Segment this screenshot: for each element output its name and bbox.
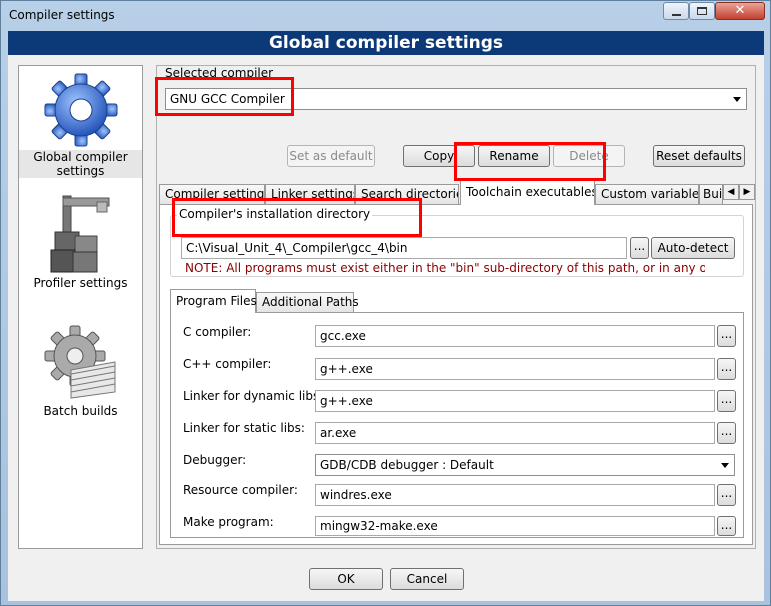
- nav-label-batch: Batch builds: [43, 404, 118, 418]
- ok-button[interactable]: OK: [309, 568, 383, 590]
- minimize-icon: [671, 13, 681, 16]
- tab-linker-settings[interactable]: Linker settings: [265, 184, 355, 204]
- tab-toolchain-executables[interactable]: Toolchain executables: [460, 180, 595, 205]
- install-dir-note: NOTE: All programs must exist either in …: [185, 261, 705, 275]
- title-bar[interactable]: Compiler settings ✕: [1, 1, 770, 31]
- subtab-additional-paths[interactable]: Additional Paths: [256, 292, 359, 312]
- minimize-button[interactable]: [663, 2, 689, 20]
- tab-build-options[interactable]: Build options: [699, 184, 723, 204]
- nav-label-global-line2: settings: [19, 164, 142, 178]
- settings-category-list: Global compiler settings Profiler settin…: [18, 65, 143, 549]
- maximize-icon: [697, 7, 707, 15]
- install-dir-legend: Compiler's installation directory: [177, 207, 373, 221]
- batch-gear-icon: [44, 325, 115, 399]
- debugger-select[interactable]: GDB/CDB debugger : Default: [315, 454, 735, 476]
- c-compiler-input[interactable]: gcc.exe: [315, 325, 715, 347]
- compiler-select-value: GNU GCC Compiler: [170, 92, 285, 106]
- rename-button[interactable]: Rename: [478, 145, 550, 167]
- set-as-default-button[interactable]: Set as default: [287, 145, 375, 167]
- nav-item-batch-builds[interactable]: Batch builds: [19, 322, 142, 422]
- delete-button[interactable]: Delete: [553, 145, 625, 167]
- compiler-select[interactable]: GNU GCC Compiler: [165, 88, 747, 110]
- close-button[interactable]: ✕: [715, 2, 765, 20]
- auto-detect-button[interactable]: Auto-detect: [651, 237, 735, 259]
- window-frame: Compiler settings ✕ Global compiler sett…: [0, 0, 771, 606]
- cpp-compiler-label: C++ compiler:: [183, 357, 272, 371]
- linker-static-browse-button[interactable]: ...: [717, 422, 736, 444]
- close-icon: ✕: [734, 3, 746, 18]
- nav-label-global-line1: Global compiler: [19, 150, 142, 164]
- resource-compiler-browse-button[interactable]: ...: [717, 484, 736, 506]
- c-compiler-label: C compiler:: [183, 325, 252, 339]
- tab-compiler-settings[interactable]: Compiler settings: [159, 184, 265, 204]
- linker-static-input[interactable]: ar.exe: [315, 422, 715, 444]
- toolchain-tab-panel: Compiler's installation directory C:\Vis…: [159, 204, 753, 545]
- nav-item-global-compiler[interactable]: Global compiler settings: [19, 68, 142, 184]
- tab-custom-variables[interactable]: Custom variables: [595, 184, 699, 204]
- resource-compiler-label: Resource compiler:: [183, 483, 298, 497]
- cpp-compiler-input[interactable]: g++.exe: [315, 358, 715, 380]
- selected-compiler-label: Selected compiler: [165, 66, 274, 80]
- dialog-client: Global compiler settings Global compiler…: [8, 31, 764, 601]
- chevron-down-icon: [733, 97, 741, 102]
- debugger-select-value: GDB/CDB debugger : Default: [320, 458, 494, 472]
- tab-scroll-right-button[interactable]: ▶: [739, 184, 755, 200]
- make-program-input[interactable]: mingw32-make.exe: [315, 516, 715, 536]
- debugger-label: Debugger:: [183, 453, 247, 467]
- settings-pane: Selected compiler GNU GCC Compiler Set a…: [156, 65, 756, 549]
- copy-button[interactable]: Copy: [403, 145, 475, 167]
- chevron-right-icon: ▶: [743, 187, 751, 197]
- gear-icon: [44, 73, 117, 147]
- banner-title: Global compiler settings: [8, 31, 764, 55]
- cancel-button[interactable]: Cancel: [390, 568, 464, 590]
- install-dir-group: Compiler's installation directory C:\Vis…: [170, 207, 744, 277]
- linker-dynamic-browse-button[interactable]: ...: [717, 390, 736, 412]
- linker-static-label: Linker for static libs:: [183, 421, 305, 435]
- subtab-program-files[interactable]: Program Files: [170, 289, 257, 313]
- profiler-icon: [50, 195, 109, 273]
- browse-dir-button[interactable]: ...: [630, 237, 649, 259]
- tab-search-directories[interactable]: Search directories: [355, 184, 459, 204]
- tab-scroll-left-button[interactable]: ◀: [723, 184, 739, 200]
- make-program-label: Make program:: [183, 515, 274, 529]
- install-dir-input[interactable]: C:\Visual_Unit_4\_Compiler\gcc_4\bin: [181, 237, 627, 259]
- nav-item-profiler[interactable]: Profiler settings: [19, 192, 142, 292]
- maximize-button[interactable]: [689, 2, 715, 20]
- c-compiler-browse-button[interactable]: ...: [717, 325, 736, 347]
- linker-dynamic-input[interactable]: g++.exe: [315, 390, 715, 412]
- make-program-browse-button[interactable]: ...: [717, 516, 736, 536]
- linker-dynamic-label: Linker for dynamic libs:: [183, 389, 324, 403]
- cpp-compiler-browse-button[interactable]: ...: [717, 358, 736, 380]
- chevron-left-icon: ◀: [727, 187, 735, 197]
- chevron-down-icon: [721, 463, 729, 468]
- reset-defaults-button[interactable]: Reset defaults: [653, 145, 745, 167]
- resource-compiler-input[interactable]: windres.exe: [315, 484, 715, 506]
- program-files-panel: C compiler: gcc.exe ... C++ compiler: g+…: [170, 312, 744, 538]
- window-title: Compiler settings: [9, 8, 115, 22]
- nav-label-profiler: Profiler settings: [33, 276, 128, 290]
